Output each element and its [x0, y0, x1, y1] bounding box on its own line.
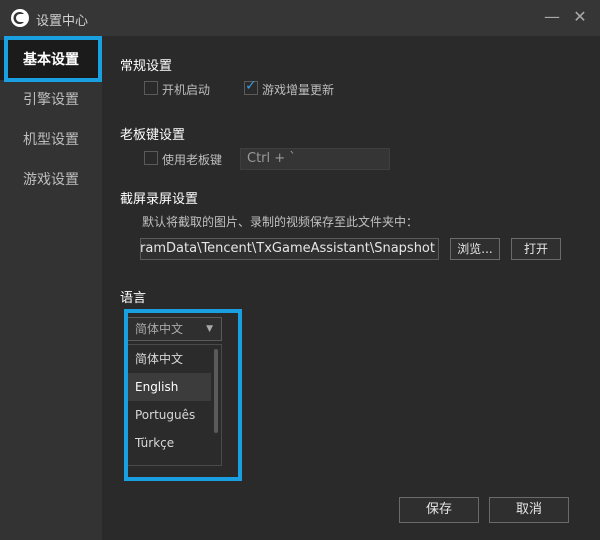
bosskey-section-title: 老板键设置	[120, 128, 186, 143]
screenshot-hint: 默认将截取的图片、录制的视频保存至此文件夹中：	[142, 215, 419, 229]
language-section-title: 语言	[120, 291, 147, 306]
open-folder-button[interactable]: 打开	[511, 238, 561, 260]
sidebar-item-game[interactable]: 游戏设置	[0, 160, 102, 200]
screenshot-path-field[interactable]: gramData\Tencent\TxGameAssistant\Snapsho…	[140, 238, 439, 260]
general-section-title: 常规设置	[120, 59, 173, 74]
autostart-label: 开机启动	[162, 83, 211, 97]
window-title: 设置中心	[36, 14, 89, 29]
app-logo-icon	[11, 9, 29, 27]
language-option-zh[interactable]: 简体中文	[127, 345, 211, 373]
chevron-down-icon: ▼	[206, 324, 213, 334]
sidebar: 基本设置 引擎设置 机型设置 游戏设置	[0, 36, 102, 540]
sidebar-item-model[interactable]: 机型设置	[0, 120, 102, 160]
dropdown-scrollbar[interactable]	[214, 349, 218, 433]
language-option-tr[interactable]: Türkçe	[127, 429, 211, 457]
close-button[interactable]: ✕	[568, 6, 592, 30]
browse-button[interactable]: 浏览...	[450, 238, 500, 260]
cancel-button[interactable]: 取消	[489, 497, 569, 523]
sidebar-item-engine[interactable]: 引擎设置	[0, 80, 102, 120]
minimize-button[interactable]: —	[540, 6, 564, 30]
incremental-update-checkbox[interactable]	[244, 78, 258, 95]
sidebar-item-basic[interactable]: 基本设置	[0, 40, 102, 80]
save-button[interactable]: 保存	[399, 497, 479, 523]
language-option-pt[interactable]: Português	[127, 401, 211, 429]
bosskey-hotkey-input[interactable]: Ctrl + `	[240, 148, 390, 170]
language-select-value: 简体中文	[135, 322, 184, 336]
language-dropdown-list: 简体中文 English Português Türkçe	[126, 344, 222, 466]
use-bosskey-label: 使用老板键	[162, 153, 223, 167]
settings-window: 设置中心 — ✕ 基本设置 引擎设置 机型设置 游戏设置 常规设置 开机启动 游…	[0, 0, 600, 540]
autostart-checkbox[interactable]	[144, 81, 158, 95]
language-option-en[interactable]: English	[127, 373, 211, 401]
main-panel: 常规设置 开机启动 游戏增量更新 老板键设置 使用老板键 Ctrl + ` 截屏…	[102, 36, 600, 540]
screenshot-section-title: 截屏录屏设置	[120, 192, 199, 207]
incremental-update-label: 游戏增量更新	[262, 83, 335, 97]
title-bar: 设置中心 — ✕	[0, 0, 600, 36]
use-bosskey-checkbox[interactable]	[144, 151, 158, 165]
language-select[interactable]: 简体中文 ▼	[126, 317, 222, 341]
